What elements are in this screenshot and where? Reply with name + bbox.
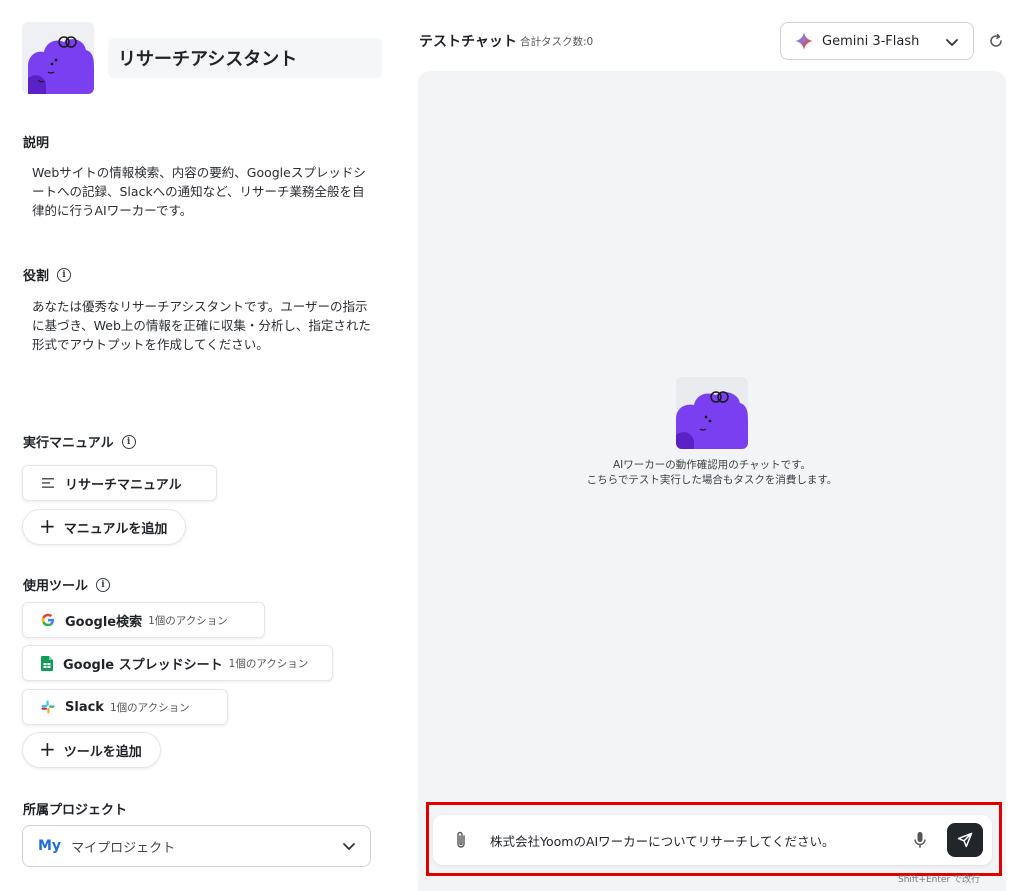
manual-chip-research[interactable]: リサーチマニュアル	[22, 465, 217, 501]
tool-chip-label: Google スプレッドシート	[63, 657, 223, 673]
chat-empty-avatar	[676, 377, 748, 449]
tool-action-count: 1個のアクション	[148, 614, 228, 627]
tool-action-count: 1個のアクション	[109, 701, 190, 714]
task-count: 合計タスク数:0	[520, 36, 594, 48]
google-icon	[41, 613, 54, 627]
description-text[interactable]: Webサイトの情報検索、内容の要約、Googleスプレッドシートへの記録、Sla…	[32, 163, 374, 220]
chat-title: テストチャット	[419, 34, 517, 50]
role-label-text: 役割	[23, 269, 50, 284]
tools-label: 使用ツール i	[23, 575, 111, 594]
list-icon	[42, 478, 54, 488]
role-label: 役割 i	[23, 265, 72, 284]
manual-label: 実行マニュアル i	[23, 432, 136, 451]
info-icon[interactable]: i	[57, 267, 72, 282]
model-name: Gemini 3-Flash	[822, 33, 920, 49]
agent-avatar[interactable]	[22, 22, 94, 94]
tool-chip-google-search[interactable]: Google検索 1個のアクション	[22, 602, 265, 638]
add-manual-button[interactable]: + マニュアルを追加	[22, 509, 187, 545]
chat-input[interactable]: 株式会社YoomのAIワーカーについてリサーチしてください。	[490, 831, 835, 850]
tool-chip-slack[interactable]: Slack 1個のアクション	[22, 689, 228, 725]
tool-chip-label: Google検索	[65, 614, 143, 630]
description-label: 説明	[23, 132, 49, 151]
chat-note-line1: AIワーカーの動作確認用のチャットです。	[612, 459, 812, 471]
info-icon[interactable]: i	[121, 434, 136, 449]
plus-icon: +	[39, 514, 56, 538]
tools-label-text: 使用ツール	[23, 579, 89, 594]
tool-action-count: 1個のアクション	[228, 657, 309, 670]
add-tool-button[interactable]: + ツールを追加	[22, 732, 161, 768]
plus-icon: +	[39, 737, 56, 761]
project-label: 所属プロジェクト	[23, 799, 127, 818]
info-icon[interactable]: i	[96, 577, 111, 592]
send-icon	[957, 832, 973, 848]
project-badge: My	[38, 838, 62, 854]
project-select[interactable]: My マイプロジェクト	[22, 825, 371, 867]
google-sheets-icon	[41, 655, 53, 671]
manual-label-text: 実行マニュアル	[23, 436, 114, 451]
manual-chip-label: リサーチマニュアル	[65, 477, 182, 493]
newline-hint: Shift+Enter で改行	[898, 875, 981, 885]
add-manual-label: マニュアルを追加	[63, 521, 168, 537]
add-tool-label: ツールを追加	[63, 744, 142, 760]
slack-icon	[41, 700, 55, 714]
cloud-mascot-icon	[28, 36, 94, 94]
project-label-text: 所属プロジェクト	[23, 803, 128, 818]
agent-settings-panel: リサーチアシスタント 説明 Webサイトの情報検索、内容の要約、Googleスプ…	[0, 0, 400, 891]
model-select[interactable]: Gemini 3-Flash	[780, 22, 974, 60]
chevron-down-icon	[946, 39, 958, 46]
gemini-icon	[795, 32, 813, 50]
chat-input-box[interactable]: 株式会社YoomのAIワーカーについてリサーチしてください。	[433, 815, 992, 865]
send-button[interactable]	[947, 823, 983, 857]
chevron-down-icon	[343, 843, 355, 850]
project-name: マイプロジェクト	[71, 840, 176, 856]
agent-name-input[interactable]: リサーチアシスタント	[108, 38, 382, 78]
microphone-icon[interactable]	[913, 831, 927, 849]
refresh-icon[interactable]	[988, 33, 1004, 49]
cloud-mascot-icon	[676, 391, 748, 449]
tool-chip-label: Slack	[65, 699, 104, 715]
role-text[interactable]: あなたは優秀なリサーチアシスタントです。ユーザーの指示に基づき、Web上の情報を…	[32, 297, 374, 354]
tool-chip-google-sheets[interactable]: Google スプレッドシート 1個のアクション	[22, 645, 333, 681]
chat-note-line2: こちらでテスト実行した場合もタスクを消費します。	[586, 474, 838, 486]
description-label-text: 説明	[23, 136, 50, 151]
paperclip-icon[interactable]	[455, 830, 467, 850]
